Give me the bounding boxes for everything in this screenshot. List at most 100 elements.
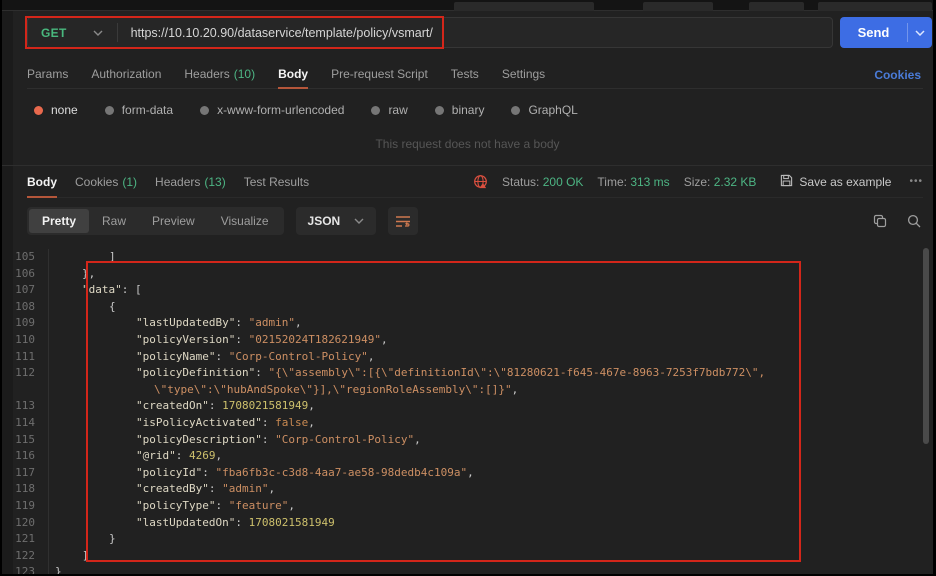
- line-number: 118: [2, 481, 48, 498]
- body-type-graphql[interactable]: GraphQL: [511, 103, 577, 117]
- method-label: GET: [41, 26, 67, 40]
- cookies-link[interactable]: Cookies: [874, 60, 921, 89]
- line-number: 116: [2, 448, 48, 465]
- body-type-x-www-form-urlencoded[interactable]: x-www-form-urlencoded: [200, 103, 344, 117]
- line-content: "data": [: [48, 282, 142, 299]
- request-tab-tests[interactable]: Tests: [451, 60, 479, 88]
- line-number: 120: [2, 515, 48, 532]
- code-line: 107"data": [: [2, 282, 933, 299]
- line-number: 123: [2, 564, 48, 576]
- response-tab-body-label: Body: [27, 175, 57, 189]
- line-content: "createdOn": 1708021581949,: [48, 398, 315, 415]
- body-type-form-data[interactable]: form-data: [105, 103, 173, 117]
- line-content: "isPolicyActivated": false,: [48, 415, 315, 432]
- response-actions: [873, 214, 921, 228]
- line-content: "createdBy": "admin",: [48, 481, 275, 498]
- line-content: "policyId": "fba6fb3c-c3d8-4aa7-ae58-98d…: [48, 465, 474, 482]
- line-content: },: [48, 266, 95, 283]
- line-content: "policyType": "feature",: [48, 498, 295, 515]
- line-number: 119: [2, 498, 48, 515]
- request-tab-pre-request-script[interactable]: Pre-request Script: [331, 60, 428, 88]
- line-content: "lastUpdatedOn": 1708021581949: [48, 515, 335, 532]
- wrap-lines-button[interactable]: [388, 207, 418, 235]
- response-tab-body[interactable]: Body: [27, 166, 57, 197]
- network-warning-icon[interactable]: [473, 174, 488, 189]
- body-type-label: binary: [452, 103, 485, 117]
- copy-icon[interactable]: [873, 214, 887, 228]
- line-content: \"type\":\"hubAndSpoke\"}],\"regionRoleA…: [48, 382, 518, 399]
- response-tab-headers[interactable]: Headers(13): [155, 166, 226, 197]
- request-tab-body-label: Body: [278, 67, 308, 81]
- line-number: 107: [2, 282, 48, 299]
- response-tab-headers-count: (13): [204, 175, 225, 189]
- response-tabs: Body Cookies(1) Headers(13) Test Results: [27, 166, 309, 197]
- code-line: 106},: [2, 266, 933, 283]
- body-type-binary[interactable]: binary: [435, 103, 485, 117]
- line-content: ]: [48, 548, 89, 565]
- body-type-none[interactable]: none: [34, 103, 78, 117]
- code-line: 121}: [2, 531, 933, 548]
- code-line: 110"policyVersion": "02152024T182621949"…: [2, 332, 933, 349]
- request-tab-headers-count: (10): [234, 67, 255, 81]
- line-number: 108: [2, 299, 48, 316]
- response-tab-test-results-label: Test Results: [244, 175, 309, 189]
- scrollbar[interactable]: [923, 248, 929, 444]
- line-number: 114: [2, 415, 48, 432]
- line-number: 111: [2, 349, 48, 366]
- request-url-bar: GET https://10.10.20.90/dataservice/temp…: [27, 17, 833, 48]
- line-number: 105: [2, 249, 48, 266]
- request-tab-settings[interactable]: Settings: [502, 60, 545, 88]
- request-tab-params-label: Params: [27, 67, 68, 81]
- response-tab-test-results[interactable]: Test Results: [244, 166, 309, 197]
- body-type-raw[interactable]: raw: [371, 103, 407, 117]
- window-chrome-tab: [818, 2, 932, 11]
- send-button[interactable]: Send: [840, 17, 932, 48]
- format-dropdown-label: JSON: [308, 214, 341, 228]
- body-type-label: none: [51, 103, 78, 117]
- view-tab-preview[interactable]: Preview: [139, 209, 208, 233]
- size-pair: Size: 2.32 KB: [684, 175, 757, 189]
- line-content: ]: [48, 249, 116, 266]
- wrap-lines-icon: [395, 215, 411, 228]
- code-line: 112"policyDefinition": "{\"assembly\":[{…: [2, 365, 933, 382]
- request-tab-headers[interactable]: Headers(10): [184, 60, 255, 88]
- radio-dot-icon: [371, 106, 380, 115]
- status-pair: Status: 200 OK: [502, 175, 583, 189]
- chevron-down-icon: [93, 30, 103, 36]
- line-number: 122: [2, 548, 48, 565]
- send-options-chevron-icon[interactable]: [908, 17, 932, 48]
- code-line: 114"isPolicyActivated": false,: [2, 415, 933, 432]
- url-input[interactable]: https://10.10.20.90/dataservice/template…: [118, 26, 433, 40]
- body-type-label: GraphQL: [528, 103, 577, 117]
- response-tab-cookies-count: (1): [122, 175, 137, 189]
- view-mode-segmented-control: PrettyRawPreviewVisualize: [27, 207, 284, 235]
- body-type-selector: none form-data x-www-form-urlencoded raw bin…: [34, 96, 578, 124]
- search-icon[interactable]: [907, 214, 921, 228]
- request-tab-params[interactable]: Params: [27, 60, 68, 88]
- line-number: 110: [2, 332, 48, 349]
- code-line: 119"policyType": "feature",: [2, 498, 933, 515]
- view-tab-visualize[interactable]: Visualize: [208, 209, 282, 233]
- request-tab-authorization[interactable]: Authorization: [91, 60, 161, 88]
- method-dropdown[interactable]: GET: [28, 26, 117, 40]
- save-as-example-button[interactable]: Save as example: [780, 174, 891, 190]
- rest-client-window: GET https://10.10.20.90/dataservice/temp…: [0, 0, 936, 576]
- format-dropdown[interactable]: JSON: [296, 207, 377, 235]
- line-content: "policyDefinition": "{\"assembly\":[{\"d…: [48, 365, 765, 382]
- window-chrome-tab: [749, 2, 804, 11]
- line-content: "lastUpdatedBy": "admin",: [48, 315, 302, 332]
- empty-body-message: This request does not have a body: [2, 137, 933, 151]
- send-button-label[interactable]: Send: [840, 17, 907, 48]
- response-tab-cookies[interactable]: Cookies(1): [75, 166, 137, 197]
- request-tab-body[interactable]: Body: [278, 60, 308, 88]
- response-meta: Status: 200 OK Time: 313 ms Size: 2.32 K…: [473, 174, 923, 190]
- code-line: 113"createdOn": 1708021581949,: [2, 398, 933, 415]
- body-type-label: form-data: [122, 103, 173, 117]
- view-tab-raw[interactable]: Raw: [89, 209, 139, 233]
- time-pair: Time: 313 ms: [597, 175, 669, 189]
- code-line: 108{: [2, 299, 933, 316]
- line-content: {: [48, 299, 116, 316]
- more-options-icon[interactable]: •••: [909, 176, 923, 187]
- view-tab-pretty[interactable]: Pretty: [29, 209, 89, 233]
- status-value: 200 OK: [543, 175, 584, 189]
